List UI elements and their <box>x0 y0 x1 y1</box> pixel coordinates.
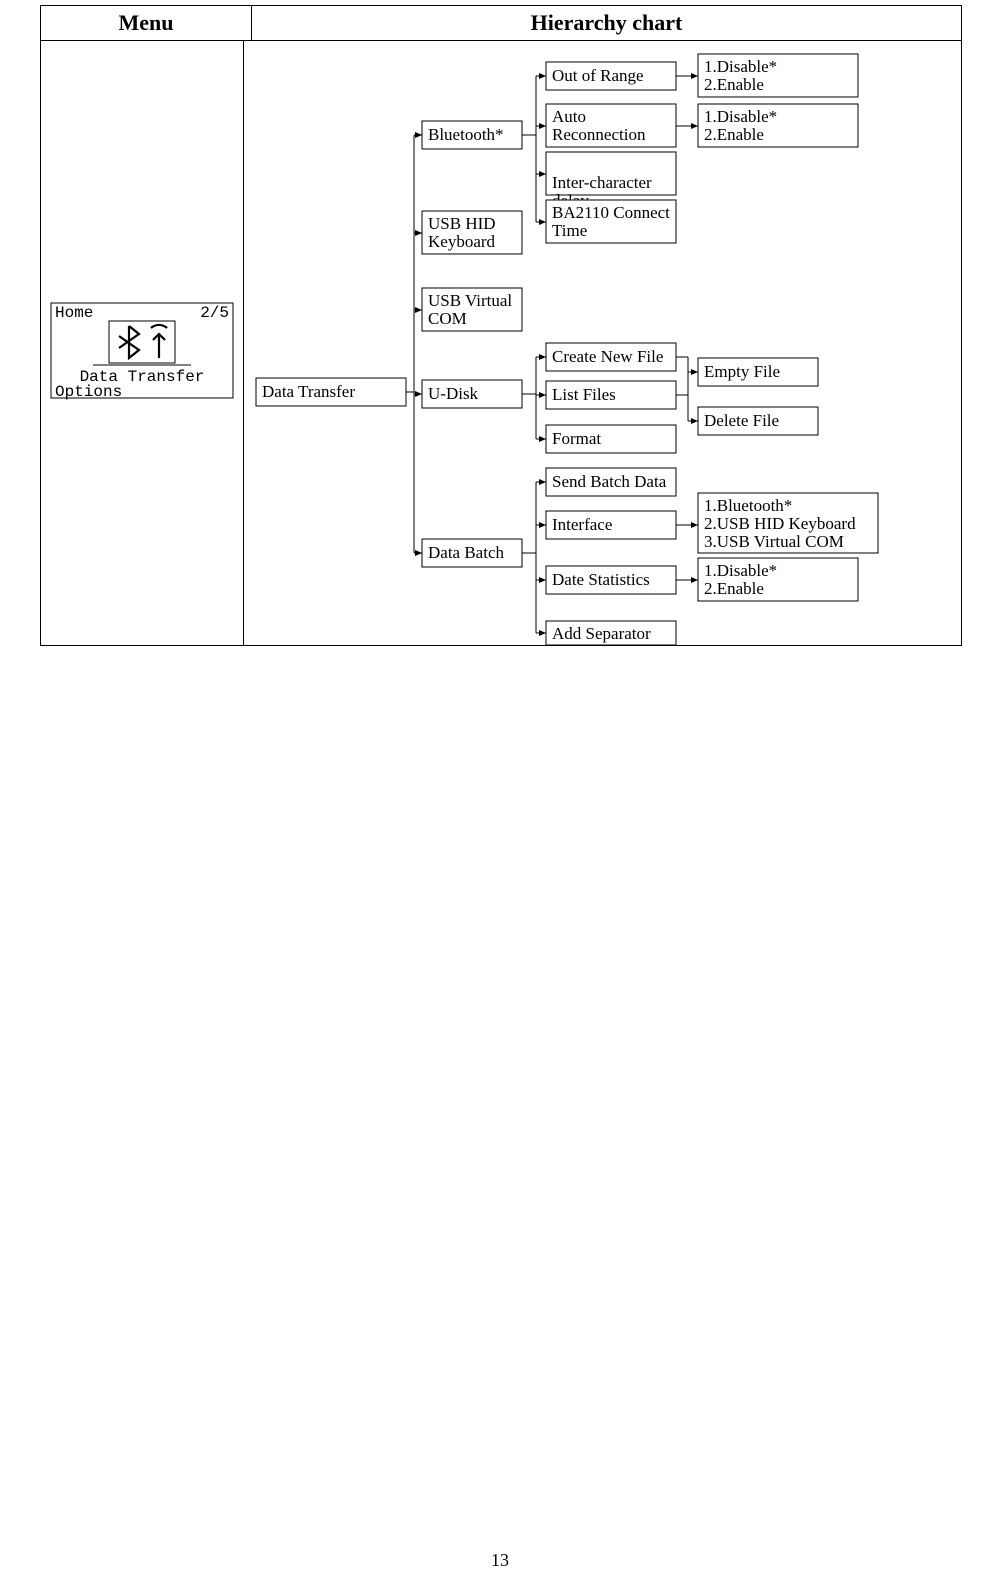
svg-text:Data Transfer: Data Transfer <box>262 382 355 401</box>
table-header: Menu Hierarchy chart <box>41 6 961 41</box>
node-lfiles: List Files <box>546 381 676 409</box>
node-disen-a: 1.Disable*2.Enable <box>698 54 858 97</box>
node-root: Data Transfer <box>256 378 406 406</box>
svg-text:Empty File: Empty File <box>704 362 780 381</box>
node-dstat: Date Statistics <box>546 566 676 594</box>
svg-text:Date Statistics: Date Statistics <box>552 570 650 589</box>
node-batch: Data Batch <box>422 539 522 567</box>
node-cnew: Create New File <box>546 343 676 371</box>
page-number: 13 <box>0 1550 1000 1571</box>
header-chart: Hierarchy chart <box>252 6 961 41</box>
node-format: Format <box>546 425 676 453</box>
node-baconn: BA2110 ConnectTime <box>546 200 676 243</box>
svg-text:Delete File: Delete File <box>704 411 779 430</box>
node-hid: USB HIDKeyboard <box>422 211 522 254</box>
node-disen-b: 1.Disable*2.Enable <box>698 104 858 147</box>
node-udisk: U-Disk <box>422 380 522 408</box>
node-sendb: Send Batch Data <box>546 468 676 496</box>
svg-text:Format: Format <box>552 429 601 448</box>
document-table: Menu Hierarchy chart Home 2/5 <box>40 5 962 646</box>
menu-pane: Home 2/5 Data Transfer <box>41 41 244 645</box>
svg-text:Create New File: Create New File <box>552 347 663 366</box>
node-auto: AutoReconnection <box>546 104 676 147</box>
svg-text:Add Separator: Add Separator <box>552 624 651 643</box>
svg-text:Bluetooth*: Bluetooth* <box>428 125 504 144</box>
lcd-page: 2/5 <box>200 304 229 322</box>
svg-text:Send Batch Data: Send Batch Data <box>552 472 667 491</box>
lcd-title: Home <box>55 304 93 322</box>
lcd-line2: Options <box>55 383 122 401</box>
node-disen-c: 1.Disable*2.Enable <box>698 558 858 601</box>
header-menu: Menu <box>41 6 252 41</box>
svg-text:List Files: List Files <box>552 385 616 404</box>
svg-text:Out of Range: Out of Range <box>552 66 644 85</box>
svg-text:USB HIDKeyboard: USB HIDKeyboard <box>428 214 496 251</box>
node-vcom: USB VirtualCOM <box>422 288 522 331</box>
node-iface-opts: 1.Bluetooth*2.USB HID Keyboard3.USB Virt… <box>698 493 878 553</box>
node-empty: Empty File <box>698 358 818 386</box>
node-bt: Bluetooth* <box>422 121 522 149</box>
chart-pane: Data Transfer Bluetooth* USB HIDKeyboard… <box>244 41 961 645</box>
node-addsep: Add Separator <box>546 621 676 645</box>
svg-text:Interface: Interface <box>552 515 612 534</box>
node-oor: Out of Range <box>546 62 676 90</box>
node-delete: Delete File <box>698 407 818 435</box>
svg-text:U-Disk: U-Disk <box>428 384 479 403</box>
svg-text:Data Batch: Data Batch <box>428 543 504 562</box>
table-body: Home 2/5 Data Transfer <box>41 41 961 645</box>
node-iface: Interface <box>546 511 676 539</box>
